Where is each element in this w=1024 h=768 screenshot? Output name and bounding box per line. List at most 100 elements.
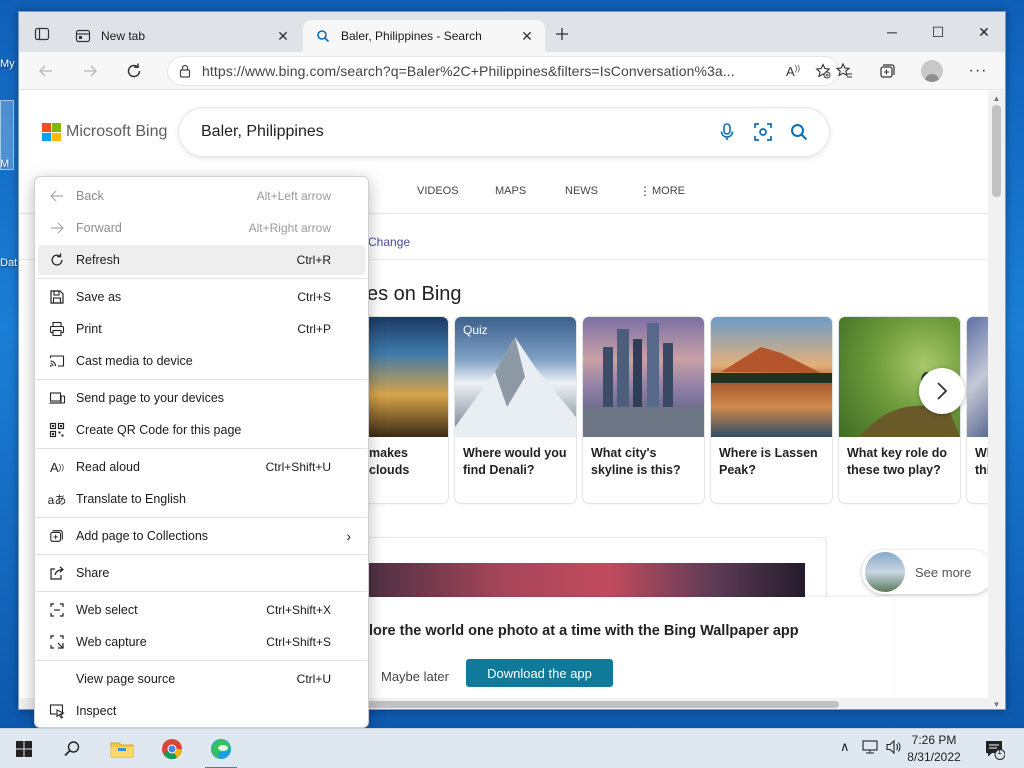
menu-item-translate[interactable]: aあ Translate to English bbox=[38, 484, 365, 514]
notification-center-button[interactable]: 1 bbox=[972, 729, 1016, 768]
new-tab-button[interactable] bbox=[547, 20, 577, 48]
start-button[interactable] bbox=[0, 729, 48, 768]
nav-more-icon[interactable]: ⋮ bbox=[639, 184, 651, 198]
card-caption: Where would you find Denali? bbox=[463, 446, 567, 477]
menu-item-back[interactable]: Back Alt+Left arrow bbox=[38, 181, 365, 211]
edge-button[interactable] bbox=[197, 729, 245, 768]
back-button[interactable] bbox=[31, 57, 61, 85]
inspect-icon bbox=[38, 703, 76, 719]
quiz-card[interactable]: What city's skyline is this? bbox=[583, 317, 704, 503]
desktop-icon-label[interactable]: M bbox=[0, 158, 9, 170]
scroll-down-icon[interactable]: ▼ bbox=[988, 697, 1005, 709]
menu-item-shortcut: Ctrl+R bbox=[296, 253, 331, 267]
change-location-link[interactable]: Change bbox=[368, 235, 410, 249]
refresh-button[interactable] bbox=[119, 57, 149, 85]
url-text[interactable]: https://www.bing.com/search?q=Baler%2C+P… bbox=[202, 63, 778, 79]
microsoft-logo-icon bbox=[42, 123, 61, 141]
search-box[interactable]: Baler, Philippines bbox=[179, 108, 829, 156]
vertical-scrollbar[interactable]: ▲ ▼ bbox=[988, 91, 1005, 709]
visual-search-icon[interactable] bbox=[745, 122, 781, 142]
scroll-up-icon[interactable]: ▲ bbox=[988, 91, 1005, 105]
close-window-button[interactable]: ✕ bbox=[961, 12, 1005, 52]
collections-icon bbox=[880, 64, 895, 78]
menu-item-save-as[interactable]: Save as Ctrl+S bbox=[38, 282, 365, 312]
menu-separator bbox=[36, 591, 367, 592]
menu-item-web-select[interactable]: Web select Ctrl+Shift+X bbox=[38, 595, 365, 625]
scrollbar-thumb[interactable] bbox=[992, 105, 1001, 197]
maybe-later-button[interactable]: Maybe later bbox=[381, 669, 449, 684]
chevron-up-icon[interactable]: ∧ bbox=[840, 739, 850, 755]
menu-item-add-to-collections[interactable]: Add page to Collections › bbox=[38, 521, 365, 551]
system-clock[interactable]: 7:26 PM 8/31/2022 bbox=[906, 732, 962, 766]
card-image bbox=[583, 317, 704, 437]
menu-item-print[interactable]: Print Ctrl+P bbox=[38, 314, 365, 344]
menu-item-shortcut: Alt+Left arrow bbox=[256, 189, 331, 203]
tab-actions-button[interactable] bbox=[27, 20, 57, 48]
carousel-next-button[interactable] bbox=[919, 368, 965, 414]
cast-icon bbox=[38, 353, 76, 369]
forward-arrow-icon bbox=[38, 220, 76, 236]
read-aloud-icon[interactable]: A)) bbox=[778, 64, 808, 79]
menu-item-label: Print bbox=[76, 322, 102, 336]
menu-item-web-capture[interactable]: Web capture Ctrl+Shift+S bbox=[38, 627, 365, 657]
maximize-button[interactable]: ☐ bbox=[915, 12, 961, 52]
nav-news[interactable]: NEWS bbox=[565, 185, 598, 197]
lock-icon[interactable] bbox=[168, 64, 202, 78]
menu-item-read-aloud[interactable]: A)) Read aloud Ctrl+Shift+U bbox=[38, 452, 365, 482]
card-caption: What key role do these two play? bbox=[847, 446, 948, 477]
see-more-button[interactable]: See more bbox=[862, 550, 989, 594]
favorites-button[interactable] bbox=[829, 57, 859, 85]
menu-item-cast[interactable]: Cast media to device bbox=[38, 346, 365, 376]
taskbar-search-button[interactable] bbox=[48, 729, 96, 768]
menu-item-label: Add page to Collections bbox=[76, 529, 209, 543]
nav-videos[interactable]: VIDEOS bbox=[417, 185, 459, 197]
menu-item-send-to-devices[interactable]: Send page to your devices bbox=[38, 383, 365, 413]
printer-icon bbox=[38, 321, 76, 337]
settings-menu-button[interactable]: ··· bbox=[963, 57, 993, 85]
close-tab-icon[interactable]: ✕ bbox=[515, 24, 539, 48]
card-image bbox=[967, 317, 989, 437]
menu-item-shortcut: Ctrl+S bbox=[297, 290, 331, 304]
desktop-icon-label[interactable]: My bbox=[0, 58, 15, 70]
microphone-icon[interactable] bbox=[709, 123, 745, 141]
file-explorer-button[interactable] bbox=[98, 729, 146, 768]
desktop-icon-label[interactable]: Dat bbox=[0, 257, 17, 269]
network-icon[interactable] bbox=[861, 739, 879, 758]
chrome-button[interactable] bbox=[148, 729, 196, 768]
nav-maps[interactable]: MAPS bbox=[495, 185, 526, 197]
favorites-icon bbox=[835, 62, 852, 78]
search-input[interactable]: Baler, Philippines bbox=[179, 123, 709, 141]
logo-text: Microsoft Bing bbox=[66, 123, 168, 140]
bing-logo[interactable]: Microsoft Bing bbox=[42, 123, 167, 141]
search-submit-icon[interactable] bbox=[781, 123, 817, 141]
quiz-card[interactable]: Where is Lassen Peak? bbox=[711, 317, 832, 503]
quiz-card[interactable]: Wh thi bbox=[967, 317, 989, 503]
menu-item-share[interactable]: Share bbox=[38, 558, 365, 588]
scrollbar-thumb[interactable] bbox=[349, 701, 839, 708]
menu-item-label: Refresh bbox=[76, 253, 120, 267]
profile-button[interactable] bbox=[917, 57, 947, 85]
menu-item-qr-code[interactable]: Create QR Code for this page bbox=[38, 415, 365, 445]
search-icon bbox=[64, 741, 80, 757]
quiz-card[interactable]: Quiz Where would you find Denali? bbox=[455, 317, 576, 503]
collections-button[interactable] bbox=[872, 57, 902, 85]
close-tab-icon[interactable]: ✕ bbox=[271, 24, 295, 48]
menu-item-forward[interactable]: Forward Alt+Right arrow bbox=[38, 213, 365, 243]
refresh-icon bbox=[38, 252, 76, 268]
menu-item-refresh[interactable]: Refresh Ctrl+R bbox=[38, 245, 365, 275]
menu-item-inspect[interactable]: Inspect bbox=[38, 696, 365, 726]
volume-icon[interactable] bbox=[885, 739, 903, 758]
tab-bing-search[interactable]: Baler, Philippines - Search ✕ bbox=[303, 20, 545, 52]
save-icon bbox=[38, 289, 76, 305]
download-app-button[interactable]: Download the app bbox=[466, 659, 613, 687]
search-icon bbox=[315, 28, 331, 44]
address-bar[interactable]: https://www.bing.com/search?q=Baler%2C+P… bbox=[167, 56, 839, 86]
chevron-right-icon: › bbox=[346, 528, 351, 544]
promo-text: lore the world one photo at a time with … bbox=[369, 623, 799, 639]
tab-new-tab[interactable]: New tab ✕ bbox=[63, 20, 301, 52]
nav-more[interactable]: MORE bbox=[652, 185, 685, 197]
menu-item-view-source[interactable]: View page source Ctrl+U bbox=[38, 664, 365, 694]
forward-button[interactable] bbox=[75, 57, 105, 85]
taskbar: ∧ 7:26 PM 8/31/2022 1 bbox=[0, 728, 1024, 768]
minimize-button[interactable]: ─ bbox=[869, 12, 915, 52]
